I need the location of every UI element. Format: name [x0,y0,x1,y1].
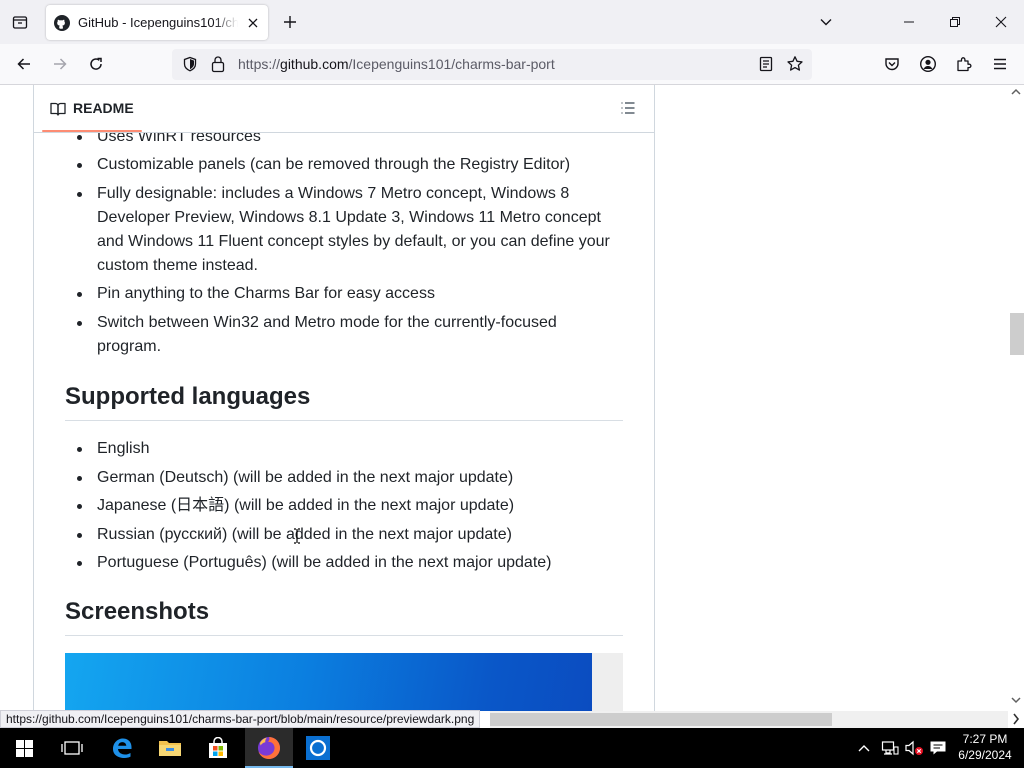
back-button[interactable] [8,48,40,80]
arrow-right-icon [54,58,67,70]
reader-view-icon[interactable] [758,56,774,72]
cortana-taskbar-button[interactable] [294,728,342,768]
chevron-up-icon [858,745,870,752]
close-icon [248,18,258,28]
clock-date: 6/29/2024 [958,748,1012,762]
scroll-right-arrow-icon[interactable] [1012,713,1020,725]
cortana-ring-icon [306,736,330,760]
volume-tray-button[interactable] [902,728,926,768]
extensions-button[interactable] [948,48,980,80]
chevron-down-icon [820,19,832,26]
tab-strip: GitHub - Icepenguins101/charms-bar-port [0,0,1024,44]
horizontal-scrollbar[interactable] [490,711,1020,728]
plus-icon [284,16,296,28]
volume-muted-icon [905,740,923,756]
horizontal-scroll-thumb[interactable] [490,713,832,726]
arrow-left-icon [17,58,30,70]
windows-taskbar: 7:27 PM 6/29/2024 [0,728,1024,768]
readme-header: README [34,85,654,133]
screenshot-preview-image[interactable] [65,653,592,711]
store-taskbar-button[interactable] [194,728,242,768]
tracking-protection-shield-icon[interactable] [182,56,198,72]
page-viewport: README Uses WinRT resources Customizable… [0,85,1008,711]
url-scheme: https:// [238,56,281,72]
new-tab-button[interactable] [276,0,304,44]
address-bar[interactable]: https://github.com/Icepenguins101/charms… [172,49,812,80]
save-to-pocket-button[interactable] [876,48,908,80]
navigation-toolbar: https://github.com/Icepenguins101/charms… [0,44,1024,85]
clock-time: 7:27 PM [962,732,1008,746]
table-of-contents-icon[interactable] [620,100,636,116]
bookmark-star-icon[interactable] [786,55,804,73]
close-icon [995,16,1007,28]
list-item: Russian (русский) (will be added in the … [77,523,623,547]
list-item: Pin anything to the Charms Bar for easy … [77,282,623,306]
url-path: /Icepenguins101/charms-bar-port [348,56,555,72]
firefox-logo-icon [258,737,280,759]
vertical-scroll-thumb[interactable] [1010,313,1024,355]
network-icon [881,741,899,755]
restore-window-button[interactable] [934,0,976,44]
puzzle-piece-icon [957,57,972,72]
readme-tab-underline [42,130,142,132]
list-item: Fully designable: includes a Windows 7 M… [77,182,623,278]
list-item: English [77,437,623,461]
account-icon [919,55,937,73]
task-view-button[interactable] [48,728,96,768]
close-tab-button[interactable] [244,14,262,32]
taskbar-clock[interactable]: 7:27 PM 6/29/2024 [950,731,1020,763]
book-icon [50,102,66,116]
network-tray-button[interactable] [878,728,902,768]
minimize-window-button[interactable] [888,0,930,44]
restore-icon [950,17,960,27]
show-hidden-icons-button[interactable] [852,728,876,768]
notification-icon [930,741,946,755]
start-button[interactable] [0,728,48,768]
account-button[interactable] [912,48,944,80]
windows-logo-icon [15,739,33,757]
file-explorer-taskbar-button[interactable] [146,728,194,768]
readme-tab-label[interactable]: README [73,100,134,116]
lock-icon[interactable] [210,55,226,73]
screenshot-frame [65,653,623,711]
tab-title: GitHub - Icepenguins101/charms-bar-port [78,15,238,30]
store-bag-icon [209,737,227,758]
list-item: Japanese (日本語) (will be added in the nex… [77,494,623,518]
github-favicon-icon [54,14,70,31]
tab-github-charms-bar-port[interactable]: GitHub - Icepenguins101/charms-bar-port [46,5,268,40]
edge-logo-icon [113,738,132,758]
text-cursor-icon [294,528,300,544]
heading-supported-languages: Supported languages [65,382,623,421]
url-text[interactable]: https://github.com/Icepenguins101/charms… [238,56,555,72]
edge-taskbar-button[interactable] [98,728,146,768]
application-menu-button[interactable] [984,48,1016,80]
vertical-scrollbar[interactable] [1008,85,1024,711]
scroll-down-arrow-icon[interactable] [1011,696,1021,704]
scroll-up-arrow-icon[interactable] [1011,88,1021,96]
minimize-icon [904,21,914,23]
forward-button[interactable] [44,48,76,80]
reload-button[interactable] [80,48,112,80]
tabs-dropdown-button[interactable] [812,0,840,44]
url-domain: github.com [280,56,349,72]
list-item: Switch between Win32 and Metro mode for … [77,311,623,359]
link-status-tooltip: https://github.com/Icepenguins101/charms… [0,710,481,728]
list-item: German (Deutsch) (will be added in the n… [77,466,623,490]
task-view-icon [61,741,83,755]
list-item: Portuguese (Português) (will be added in… [77,551,623,575]
list-all-tabs-button[interactable] [4,0,36,44]
pocket-icon [885,58,899,71]
reload-icon [90,57,102,70]
tab-list-icon [12,16,28,29]
hamburger-menu-icon [994,58,1006,70]
readme-panel: README Uses WinRT resources Customizable… [33,85,655,711]
heading-screenshots: Screenshots [65,597,623,636]
list-item: Customizable panels (can be removed thro… [77,153,623,177]
action-center-button[interactable] [926,728,950,768]
firefox-taskbar-button[interactable] [245,728,293,768]
folder-icon [159,741,181,756]
close-window-button[interactable] [980,0,1022,44]
